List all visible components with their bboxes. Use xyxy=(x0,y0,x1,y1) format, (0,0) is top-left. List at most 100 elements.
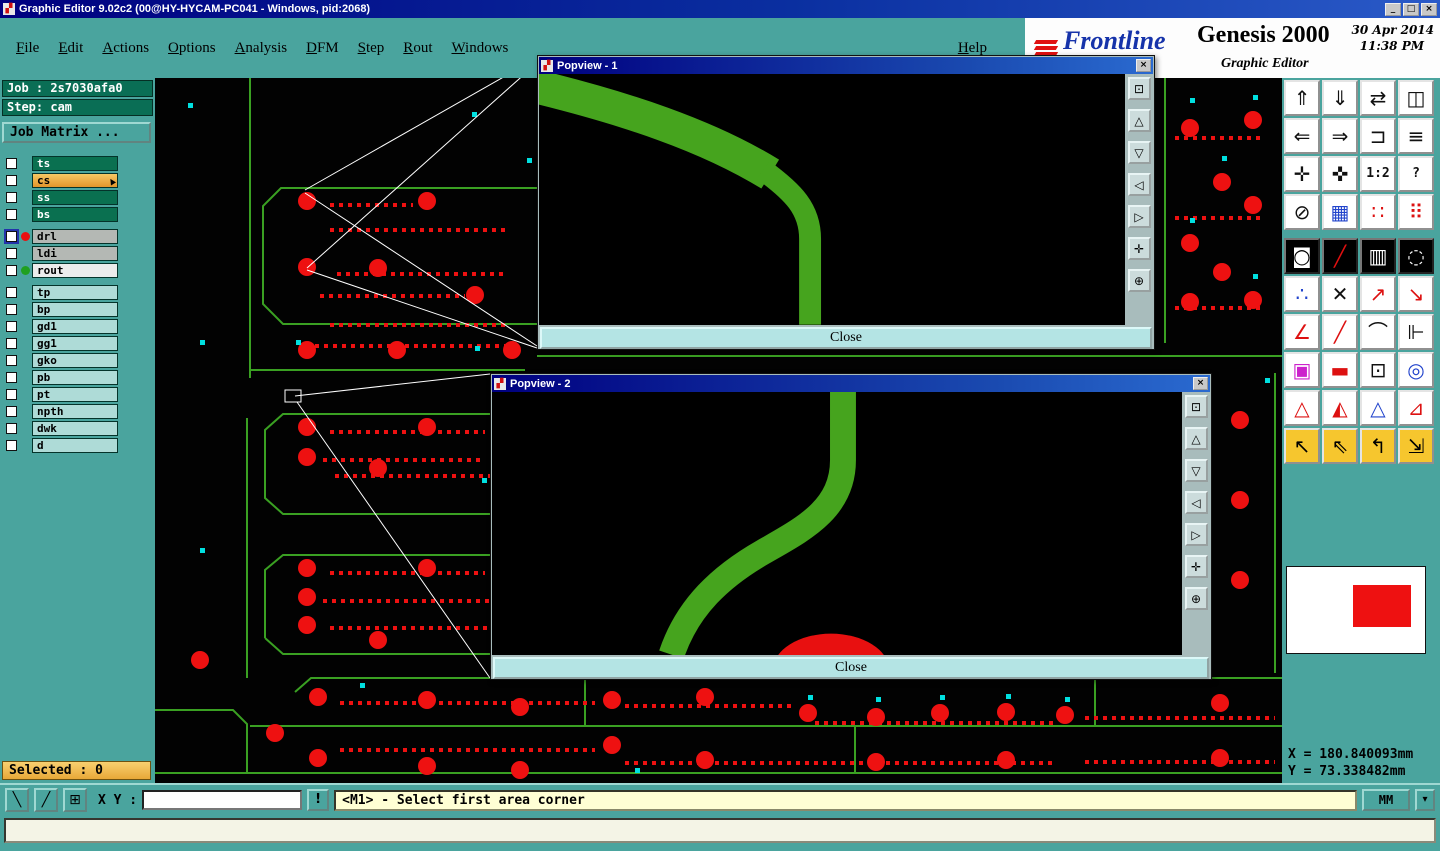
units-dropdown-icon[interactable]: ▾ xyxy=(1415,789,1435,811)
layer-checkbox[interactable] xyxy=(6,439,17,451)
layer-row-gd1[interactable]: gd1 xyxy=(4,318,153,334)
layer-row-gko[interactable]: gko xyxy=(4,352,153,368)
layer-name-pb[interactable]: pb xyxy=(32,369,118,385)
layer-row-ss[interactable]: ss xyxy=(4,189,153,205)
menu-dfm[interactable]: DFM xyxy=(306,40,339,57)
net-points-icon[interactable]: ∴ xyxy=(1284,276,1320,312)
menu-file[interactable]: File xyxy=(16,40,39,57)
layer-name-drl[interactable]: drl xyxy=(32,228,118,244)
clip-view-icon[interactable]: ⊐ xyxy=(1360,118,1396,154)
layer-checkbox[interactable] xyxy=(6,354,17,366)
layer-name-cs[interactable]: cs ▲ xyxy=(32,172,118,188)
pan-down-icon[interactable]: ▽ xyxy=(1184,459,1208,482)
layer-checkbox[interactable] xyxy=(6,303,17,315)
measure-icon[interactable]: ⊘ xyxy=(1284,194,1320,230)
menu-options[interactable]: Options xyxy=(168,40,216,57)
swap-views-icon[interactable]: ⇄ xyxy=(1360,80,1396,116)
segment-arrow-icon[interactable]: ↘ xyxy=(1398,276,1434,312)
layer-row-ldi[interactable]: ldi xyxy=(4,245,153,261)
box-select-icon[interactable]: ⊡ xyxy=(1360,352,1396,388)
layer-row-bp[interactable]: bp xyxy=(4,301,153,317)
pan-view-up-icon[interactable]: ⇑ xyxy=(1284,80,1320,116)
layer-checkbox[interactable] xyxy=(6,157,17,169)
overlap-circles-icon[interactable]: ◎ xyxy=(1398,352,1434,388)
help-icon[interactable]: ? xyxy=(1398,156,1434,192)
zoom-extents-icon[interactable]: ✛ xyxy=(1284,156,1320,192)
title-bar[interactable]: ▞ Graphic Editor 9.02c2 (00@HY-HYCAM-PC0… xyxy=(0,0,1440,18)
pan-left-icon[interactable]: ◁ xyxy=(1127,173,1151,196)
layer-checkbox[interactable] xyxy=(6,247,17,259)
layer-row-rout[interactable]: rout xyxy=(4,262,153,278)
line-45-icon[interactable]: ╱ xyxy=(1322,314,1358,350)
job-matrix-button[interactable]: Job Matrix ... xyxy=(2,122,151,143)
grid-toggle-icon[interactable]: ⊞ xyxy=(63,788,87,812)
menu-actions[interactable]: Actions xyxy=(102,40,149,57)
alert-button[interactable]: ! xyxy=(307,789,330,811)
layer-name-ss[interactable]: ss xyxy=(32,189,118,205)
fit-view-icon[interactable]: ✛ xyxy=(1127,237,1151,260)
zoom-full-icon[interactable]: ⊕ xyxy=(1184,587,1208,610)
layer-name-bs[interactable]: bs xyxy=(32,206,118,222)
layer-checkbox[interactable] xyxy=(6,208,17,220)
layer-name-ldi[interactable]: ldi xyxy=(32,245,118,261)
layer-row-pt[interactable]: pt xyxy=(4,386,153,402)
pan-right-icon[interactable]: ▷ xyxy=(1184,523,1208,546)
ortho-line-tool-icon[interactable]: ╱ xyxy=(34,788,58,812)
layer-checkbox[interactable] xyxy=(6,405,17,417)
menu-help[interactable]: Help xyxy=(958,40,987,57)
dash-tool-icon[interactable]: ▬ xyxy=(1322,352,1358,388)
triangle-blue-icon[interactable]: △ xyxy=(1360,390,1396,426)
maximize-button[interactable]: □ xyxy=(1403,2,1419,16)
popview-2-titlebar[interactable]: ▞ Popview - 2 × xyxy=(492,375,1210,392)
layer-name-pt[interactable]: pt xyxy=(32,386,118,402)
layer-checkbox[interactable] xyxy=(6,371,17,383)
layer-name-npth[interactable]: npth xyxy=(32,403,118,419)
pan-view-down-icon[interactable]: ⇓ xyxy=(1322,80,1358,116)
scale-1-2-button[interactable]: 1:2 xyxy=(1360,156,1396,192)
snap-points-icon[interactable]: ∷ xyxy=(1360,194,1396,230)
layer-checkbox[interactable] xyxy=(6,337,17,349)
popview-2-close-x[interactable]: × xyxy=(1193,377,1208,390)
zoom-full-icon[interactable]: ⊕ xyxy=(1127,269,1151,292)
layer-name-tp[interactable]: tp xyxy=(32,284,118,300)
popview-1-close-button[interactable]: Close xyxy=(540,327,1152,349)
highlight-pad-icon[interactable]: ◙ xyxy=(1284,238,1320,274)
layer-checkbox[interactable] xyxy=(6,388,17,400)
minimize-button[interactable]: _ xyxy=(1385,2,1401,16)
pan-right-icon[interactable]: ▷ xyxy=(1127,205,1151,228)
right-triangle-icon[interactable]: ⊿ xyxy=(1398,390,1434,426)
angle-measure-icon[interactable]: ∠ xyxy=(1284,314,1320,350)
triangle-outline-icon[interactable]: △ xyxy=(1284,390,1320,426)
vertex-arrow-icon[interactable]: ↗ xyxy=(1360,276,1396,312)
pan-down-icon[interactable]: ▽ xyxy=(1127,141,1151,164)
layer-row-dwk[interactable]: dwk xyxy=(4,420,153,436)
dot-matrix-icon[interactable]: ⠿ xyxy=(1398,194,1434,230)
slant-line-icon[interactable]: ╱ xyxy=(1322,238,1358,274)
close-polygon-icon[interactable]: ✕ xyxy=(1322,276,1358,312)
pan-up-icon[interactable]: △ xyxy=(1127,109,1151,132)
layer-name-bp[interactable]: bp xyxy=(32,301,118,317)
layer-name-rout[interactable]: rout xyxy=(32,262,118,278)
menu-edit[interactable]: Edit xyxy=(58,40,83,57)
popview-2-canvas[interactable] xyxy=(492,392,1182,655)
layer-name-gg1[interactable]: gg1 xyxy=(32,335,118,351)
layer-checkbox[interactable] xyxy=(6,174,17,186)
layer-row-npth[interactable]: npth xyxy=(4,403,153,419)
select-axes-icon[interactable]: ⇲ xyxy=(1398,428,1434,464)
swap-frames-icon[interactable]: ▣ xyxy=(1284,352,1320,388)
layer-checkbox[interactable] xyxy=(6,320,17,332)
dotted-circle-icon[interactable]: ◌ xyxy=(1398,238,1434,274)
layer-name-ts[interactable]: ts xyxy=(32,155,118,171)
close-button[interactable]: × xyxy=(1421,2,1437,16)
popview-2-close-button[interactable]: Close xyxy=(493,657,1209,679)
units-button[interactable]: MM xyxy=(1362,789,1410,811)
layer-row-cs[interactable]: cs ▲ xyxy=(4,172,153,188)
split-view-icon[interactable]: ◫ xyxy=(1398,80,1434,116)
xy-input[interactable] xyxy=(142,790,303,810)
layer-checkbox[interactable] xyxy=(6,230,17,242)
layer-row-drl[interactable]: drl xyxy=(4,228,153,244)
layer-name-gd1[interactable]: gd1 xyxy=(32,318,118,334)
pan-up-icon[interactable]: △ xyxy=(1184,427,1208,450)
arc-tool-icon[interactable]: ⌒ xyxy=(1360,314,1396,350)
pan-view-left-icon[interactable]: ⇐ xyxy=(1284,118,1320,154)
